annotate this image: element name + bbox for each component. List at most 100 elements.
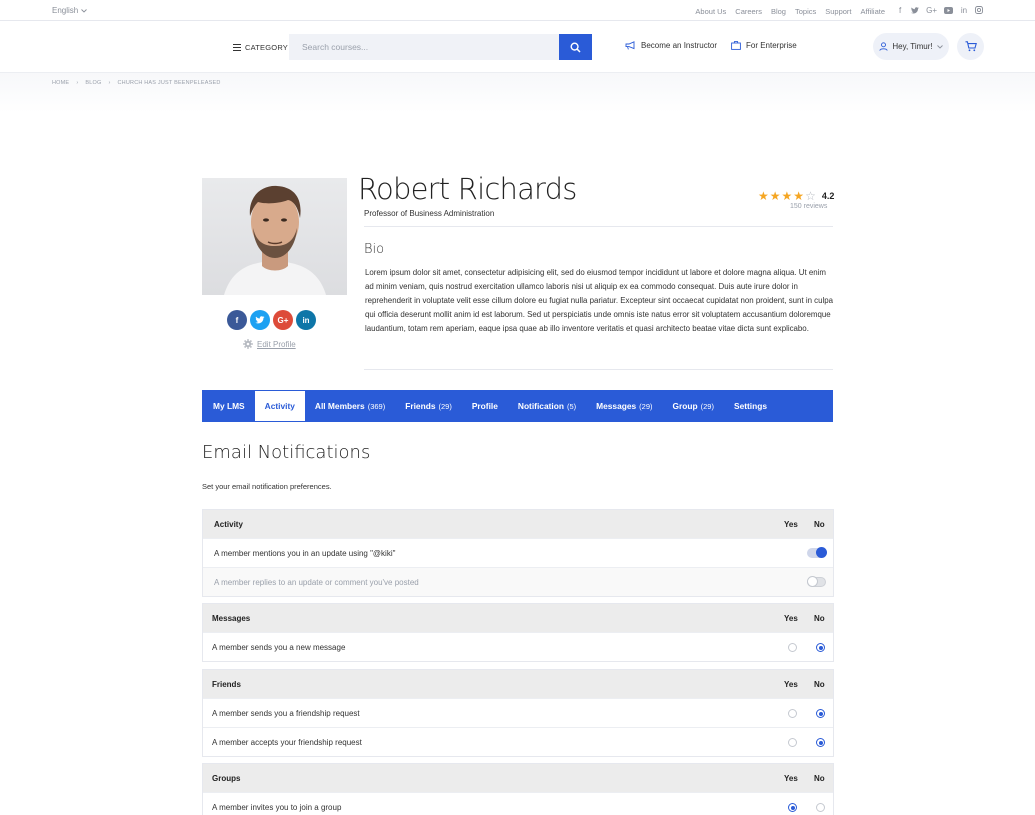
notification-row: A member replies to an update or comment… [203, 567, 833, 596]
main-header: CATEGORY Become an Instructor For Enterp… [0, 21, 1035, 73]
group-header: Groups Yes No [203, 764, 833, 792]
star-icon: ★ [781, 189, 793, 203]
enterprise-label: For Enterprise [746, 41, 797, 50]
profile-facebook-button[interactable]: f [227, 310, 247, 330]
tab-messages[interactable]: Messages (29) [586, 390, 662, 422]
notification-group-messages: Messages Yes No A member sends you a new… [202, 603, 834, 662]
yes-label: Yes [784, 679, 798, 689]
profile-tabs: My LMS Activity All Members (369) Friend… [202, 390, 833, 422]
yes-label: Yes [784, 773, 798, 783]
gear-icon [243, 339, 253, 349]
enterprise-link[interactable]: For Enterprise [731, 41, 797, 50]
instructor-label: Become an Instructor [641, 41, 718, 50]
briefcase-icon [731, 41, 741, 50]
edit-profile-link[interactable]: Edit Profile [243, 339, 296, 349]
top-link-topics[interactable]: Topics [795, 7, 816, 16]
radio-no[interactable] [816, 709, 825, 718]
language-selector[interactable]: English [52, 6, 88, 15]
yes-label: Yes [784, 519, 798, 529]
group-title: Groups [212, 773, 241, 783]
breadcrumb-home[interactable]: HOME [52, 80, 69, 86]
top-link-careers[interactable]: Careers [735, 7, 762, 16]
tab-count: (29) [639, 401, 653, 411]
facebook-icon: f [235, 315, 239, 325]
radio-yes[interactable] [788, 709, 797, 718]
tab-label: Messages [596, 401, 637, 411]
top-link-blog[interactable]: Blog [771, 7, 786, 16]
radio-yes[interactable] [788, 643, 797, 652]
tab-label: Settings [733, 401, 768, 411]
facebook-icon[interactable]: f [896, 5, 904, 15]
star-outline-icon: ☆ [805, 189, 816, 203]
email-notifications-subtitle: Set your email notification preferences. [202, 482, 332, 491]
search-input[interactable] [289, 34, 549, 60]
radio-no[interactable] [816, 643, 825, 652]
menu-icon [233, 44, 241, 51]
divider [364, 369, 833, 370]
breadcrumb: HOME › BLOG › CHURCH HAS JUST BEENPELEAS… [52, 80, 221, 86]
toggle-knob [816, 547, 827, 558]
notification-label: A member accepts your friendship request [212, 738, 362, 747]
twitter-icon[interactable] [911, 5, 920, 15]
notification-label: A member replies to an update or comment… [214, 578, 419, 587]
radio-yes[interactable] [788, 738, 797, 747]
notification-group-friends: Friends Yes No A member sends you a frie… [202, 669, 834, 757]
instagram-icon[interactable] [975, 5, 983, 15]
tab-profile[interactable]: Profile [462, 390, 508, 422]
group-title: Messages [212, 613, 251, 623]
linkedin-icon: in [302, 315, 310, 325]
tab-count: (29) [700, 401, 714, 411]
tab-group[interactable]: Group (29) [663, 390, 724, 422]
tab-count: (5) [566, 401, 577, 411]
group-header: Messages Yes No [203, 604, 833, 632]
profile-name: Robert Richards [358, 172, 577, 206]
email-notifications-heading: Email Notifications [202, 442, 371, 463]
notification-toggle[interactable] [807, 576, 826, 587]
bio-text: Lorem ipsum dolor sit amet, consectetur … [365, 268, 834, 334]
language-label: English [52, 6, 79, 15]
become-instructor-link[interactable]: Become an Instructor [625, 41, 717, 50]
search-button[interactable] [559, 34, 592, 60]
breadcrumb-strip [0, 73, 1035, 113]
megaphone-icon [625, 41, 635, 50]
notification-row: A member sends you a new message [203, 632, 833, 661]
search-icon [570, 41, 581, 53]
profile-google-button[interactable]: G+ [273, 310, 293, 330]
profile-linkedin-button[interactable]: in [296, 310, 316, 330]
tab-notification[interactable]: Notification (5) [508, 390, 586, 422]
notification-group-activity: Activity Yes No A member mentions you in… [202, 509, 834, 597]
youtube-icon[interactable] [944, 5, 953, 15]
group-title: Activity [214, 519, 243, 529]
user-icon [879, 42, 888, 51]
category-label: CATEGORY [245, 43, 288, 52]
linkedin-icon[interactable]: in [960, 5, 968, 15]
radio-yes[interactable] [788, 803, 797, 812]
breadcrumb-blog[interactable]: BLOG [85, 80, 101, 86]
tab-friends[interactable]: Friends (29) [395, 390, 462, 422]
tab-settings[interactable]: Settings [724, 390, 777, 422]
top-link-affiliate[interactable]: Affiliate [861, 7, 885, 16]
no-label: No [814, 773, 825, 783]
notification-toggle[interactable] [807, 547, 827, 558]
user-menu-button[interactable]: Hey, Timur! [873, 33, 949, 60]
divider [364, 226, 833, 227]
group-title: Friends [212, 679, 241, 689]
cart-button[interactable] [957, 33, 984, 60]
category-menu-button[interactable]: CATEGORY [233, 43, 288, 52]
top-bar: English About Us Careers Blog Topics Sup… [0, 0, 1035, 21]
notification-row: A member mentions you in an update using… [203, 538, 833, 567]
radio-no[interactable] [816, 738, 825, 747]
social-links: f G+ in [896, 5, 983, 15]
tab-all-members[interactable]: All Members (369) [305, 390, 395, 422]
cart-icon [965, 41, 977, 52]
group-header: Friends Yes No [203, 670, 833, 698]
radio-no[interactable] [816, 803, 825, 812]
tab-activity[interactable]: Activity [254, 391, 305, 421]
profile-twitter-button[interactable] [250, 310, 270, 330]
google-plus-icon[interactable]: G+ [926, 5, 937, 15]
top-link-about[interactable]: About Us [695, 7, 726, 16]
top-link-support[interactable]: Support [825, 7, 851, 16]
star-icon: ★ [758, 189, 769, 203]
tab-my-lms[interactable]: My LMS [202, 390, 255, 422]
tab-label: Profile [471, 401, 498, 411]
